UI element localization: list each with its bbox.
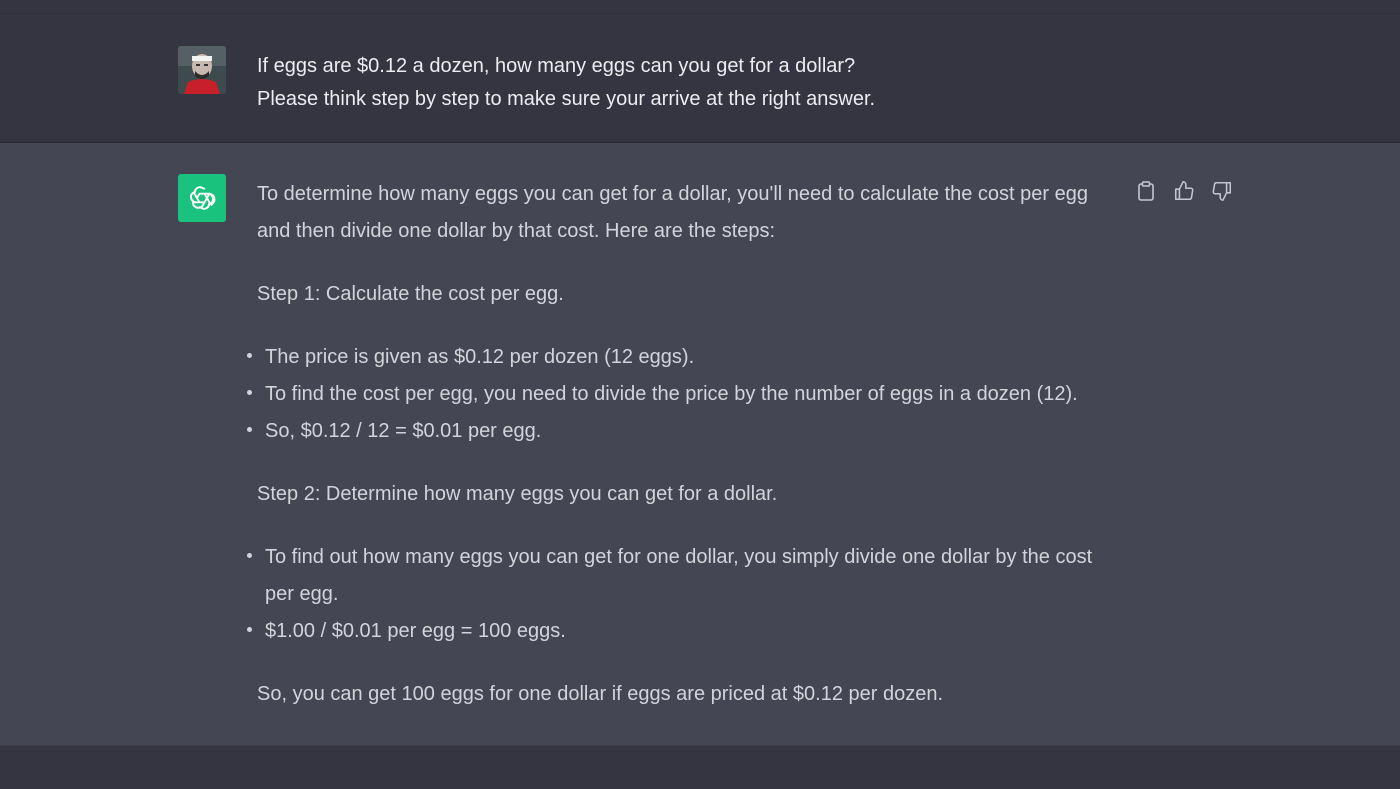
- step-2-list: To find out how many eggs you can get fo…: [247, 539, 1117, 650]
- assistant-answer: To determine how many eggs you can get f…: [247, 176, 1117, 713]
- user-message-line-2: Please think step by step to make sure y…: [257, 88, 876, 110]
- clipboard-icon: [1138, 181, 1154, 201]
- list-item: The price is given as $0.12 per dozen (1…: [247, 339, 1117, 376]
- user-message-text: If eggs are $0.12 a dozen, how many eggs…: [257, 50, 1057, 116]
- openai-logo-icon: [190, 186, 216, 210]
- step-2-title: Step 2: Determine how many eggs you can …: [257, 483, 778, 505]
- thumbs-down-button[interactable]: [1210, 179, 1234, 203]
- assistant-avatar: [178, 174, 226, 222]
- message-actions: [1134, 179, 1234, 203]
- thumbs-down-icon: [1212, 181, 1232, 201]
- assistant-message: To determine how many eggs you can get f…: [0, 143, 1400, 745]
- user-photo-icon: [178, 46, 226, 94]
- answer-intro: To determine how many eggs you can get f…: [257, 183, 1088, 242]
- list-item: So, $0.12 / 12 = $0.01 per egg.: [247, 413, 1117, 450]
- list-item: $1.00 / $0.01 per egg = 100 eggs.: [247, 613, 1117, 650]
- user-message: If eggs are $0.12 a dozen, how many eggs…: [0, 14, 1400, 143]
- user-avatar: [178, 46, 226, 94]
- list-item: To find out how many eggs you can get fo…: [247, 539, 1117, 613]
- step-1-title: Step 1: Calculate the cost per egg.: [257, 283, 564, 305]
- copy-button[interactable]: [1134, 179, 1158, 203]
- answer-conclusion: So, you can get 100 eggs for one dollar …: [257, 683, 944, 705]
- top-strip: [0, 0, 1400, 14]
- list-item: To find the cost per egg, you need to di…: [247, 376, 1117, 413]
- step-1-list: The price is given as $0.12 per dozen (1…: [247, 339, 1117, 450]
- thumbs-up-button[interactable]: [1172, 179, 1196, 203]
- thumbs-up-icon: [1174, 181, 1194, 201]
- user-message-line-1: If eggs are $0.12 a dozen, how many eggs…: [257, 55, 856, 77]
- bottom-strip: [0, 745, 1400, 789]
